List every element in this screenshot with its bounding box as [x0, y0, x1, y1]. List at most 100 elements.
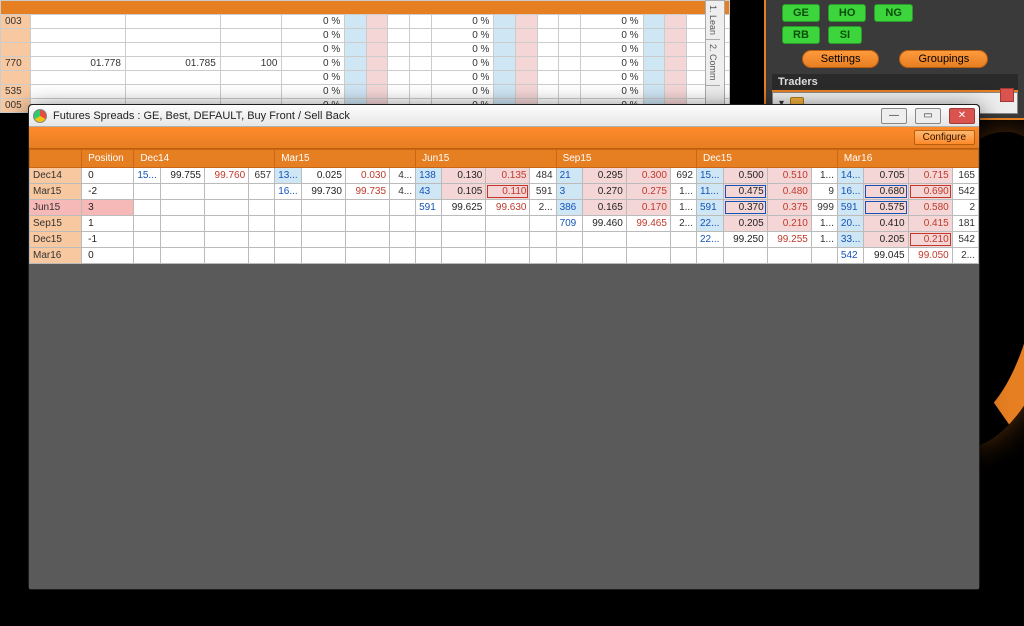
bid-price[interactable]: 0.270 [582, 184, 626, 200]
ask-qty[interactable]: 1... [670, 200, 696, 216]
bid-qty[interactable]: 14... [837, 168, 864, 184]
bid-price[interactable]: 0.105 [442, 184, 486, 200]
ask-price[interactable]: 99.630 [486, 200, 530, 216]
ask-qty[interactable]: 4... [390, 168, 416, 184]
row-header-mar16[interactable]: Mar16 [30, 248, 82, 264]
ask-price[interactable]: 0.110 [486, 184, 530, 200]
bid-qty[interactable]: 15... [134, 168, 161, 184]
ask-price[interactable]: 0.510 [767, 168, 811, 184]
row-header-dec15[interactable]: Dec15 [30, 232, 82, 248]
ask-price[interactable]: 0.690 [908, 184, 952, 200]
ask-qty[interactable]: 1... [811, 232, 837, 248]
chip-si[interactable]: SI [828, 26, 862, 44]
column-header-mar16[interactable]: Mar16 [837, 150, 978, 168]
ask-qty[interactable]: 1... [811, 216, 837, 232]
bid-price[interactable]: 0.370 [723, 200, 767, 216]
column-header-dec14[interactable]: Dec14 [134, 150, 275, 168]
ask-qty[interactable]: 999 [811, 200, 837, 216]
position-cell[interactable]: 0 [82, 248, 134, 264]
vtab-1[interactable]: 1. Lean [706, 1, 720, 40]
ask-price[interactable]: 99.255 [767, 232, 811, 248]
chip-ho[interactable]: HO [828, 4, 867, 22]
row-header-sep15[interactable]: Sep15 [30, 216, 82, 232]
chip-ge[interactable]: GE [782, 4, 820, 22]
bid-qty[interactable]: 591 [837, 200, 864, 216]
ask-qty[interactable]: 2... [530, 200, 556, 216]
ask-qty[interactable]: 1... [670, 184, 696, 200]
bid-price[interactable]: 0.025 [301, 168, 345, 184]
bid-price[interactable]: 0.130 [442, 168, 486, 184]
bid-qty[interactable]: 22... [697, 216, 724, 232]
bid-qty[interactable]: 21 [556, 168, 582, 184]
position-cell[interactable]: -2 [82, 184, 134, 200]
titlebar[interactable]: Futures Spreads : GE, Best, DEFAULT, Buy… [29, 105, 979, 127]
bid-qty[interactable]: 11... [697, 184, 724, 200]
chip-rb[interactable]: RB [782, 26, 820, 44]
ask-qty[interactable]: 181 [952, 216, 978, 232]
column-header-jun15[interactable]: Jun15 [416, 150, 556, 168]
bid-price[interactable]: 0.475 [723, 184, 767, 200]
vtab-2[interactable]: 2. Comm [706, 40, 720, 86]
ask-qty[interactable]: 657 [249, 168, 275, 184]
ask-price[interactable]: 0.210 [908, 232, 952, 248]
maximize-button[interactable]: ▭ [915, 108, 941, 124]
ask-price[interactable]: 99.760 [205, 168, 249, 184]
bid-qty[interactable]: 138 [416, 168, 442, 184]
ask-qty[interactable]: 9 [811, 184, 837, 200]
bid-qty[interactable]: 20... [837, 216, 864, 232]
ask-price[interactable]: 99.050 [908, 248, 952, 264]
bid-qty[interactable]: 15... [697, 168, 724, 184]
ask-price[interactable]: 0.135 [486, 168, 530, 184]
groupings-button[interactable]: Groupings [899, 50, 988, 68]
ask-price[interactable]: 0.580 [908, 200, 952, 216]
bid-qty[interactable]: 386 [556, 200, 582, 216]
position-cell[interactable]: 3 [82, 200, 134, 216]
chip-ng[interactable]: NG [874, 4, 913, 22]
scroll-up-button[interactable] [1000, 88, 1014, 102]
bid-qty[interactable]: 709 [556, 216, 582, 232]
bid-price[interactable]: 99.625 [442, 200, 486, 216]
bid-qty[interactable]: 591 [416, 200, 442, 216]
ask-qty[interactable]: 2 [952, 200, 978, 216]
ask-qty[interactable]: 692 [670, 168, 696, 184]
ask-qty[interactable]: 542 [952, 232, 978, 248]
bid-qty[interactable]: 3 [556, 184, 582, 200]
settings-button[interactable]: Settings [802, 50, 880, 68]
ask-qty[interactable]: 2... [670, 216, 696, 232]
ask-price[interactable]: 99.735 [345, 184, 389, 200]
column-header-mar15[interactable]: Mar15 [275, 150, 416, 168]
configure-button[interactable]: Configure [914, 130, 975, 145]
column-header-sep15[interactable]: Sep15 [556, 150, 696, 168]
column-header-dec15[interactable]: Dec15 [697, 150, 838, 168]
position-cell[interactable]: 1 [82, 216, 134, 232]
bid-price[interactable]: 0.410 [864, 216, 908, 232]
bid-qty[interactable]: 33... [837, 232, 864, 248]
position-cell[interactable]: -1 [82, 232, 134, 248]
bid-price[interactable]: 0.705 [864, 168, 908, 184]
ask-price[interactable]: 0.480 [767, 184, 811, 200]
bid-price[interactable]: 0.205 [864, 232, 908, 248]
row-header-mar15[interactable]: Mar15 [30, 184, 82, 200]
bid-price[interactable]: 99.730 [301, 184, 345, 200]
ask-qty[interactable]: 542 [952, 184, 978, 200]
bid-price[interactable]: 0.205 [723, 216, 767, 232]
bid-price[interactable]: 99.460 [582, 216, 626, 232]
bid-price[interactable]: 99.755 [160, 168, 204, 184]
bid-qty[interactable]: 13... [275, 168, 302, 184]
ask-qty[interactable]: 1... [811, 168, 837, 184]
bid-qty[interactable]: 16... [837, 184, 864, 200]
ask-price[interactable]: 0.715 [908, 168, 952, 184]
bid-qty[interactable]: 591 [697, 200, 724, 216]
ask-price[interactable]: 0.210 [767, 216, 811, 232]
ask-qty[interactable]: 165 [952, 168, 978, 184]
close-button[interactable]: ✕ [949, 108, 975, 124]
ask-price[interactable]: 0.300 [626, 168, 670, 184]
bid-qty[interactable]: 22... [697, 232, 724, 248]
spread-grid[interactable]: PositionDec14Mar15Jun15Sep15Dec15Mar16De… [29, 149, 979, 589]
row-header-dec14[interactable]: Dec14 [30, 168, 82, 184]
ask-price[interactable]: 0.415 [908, 216, 952, 232]
ask-qty[interactable]: 591 [530, 184, 556, 200]
ask-price[interactable]: 0.375 [767, 200, 811, 216]
ask-price[interactable]: 99.465 [626, 216, 670, 232]
bid-qty[interactable]: 16... [275, 184, 302, 200]
